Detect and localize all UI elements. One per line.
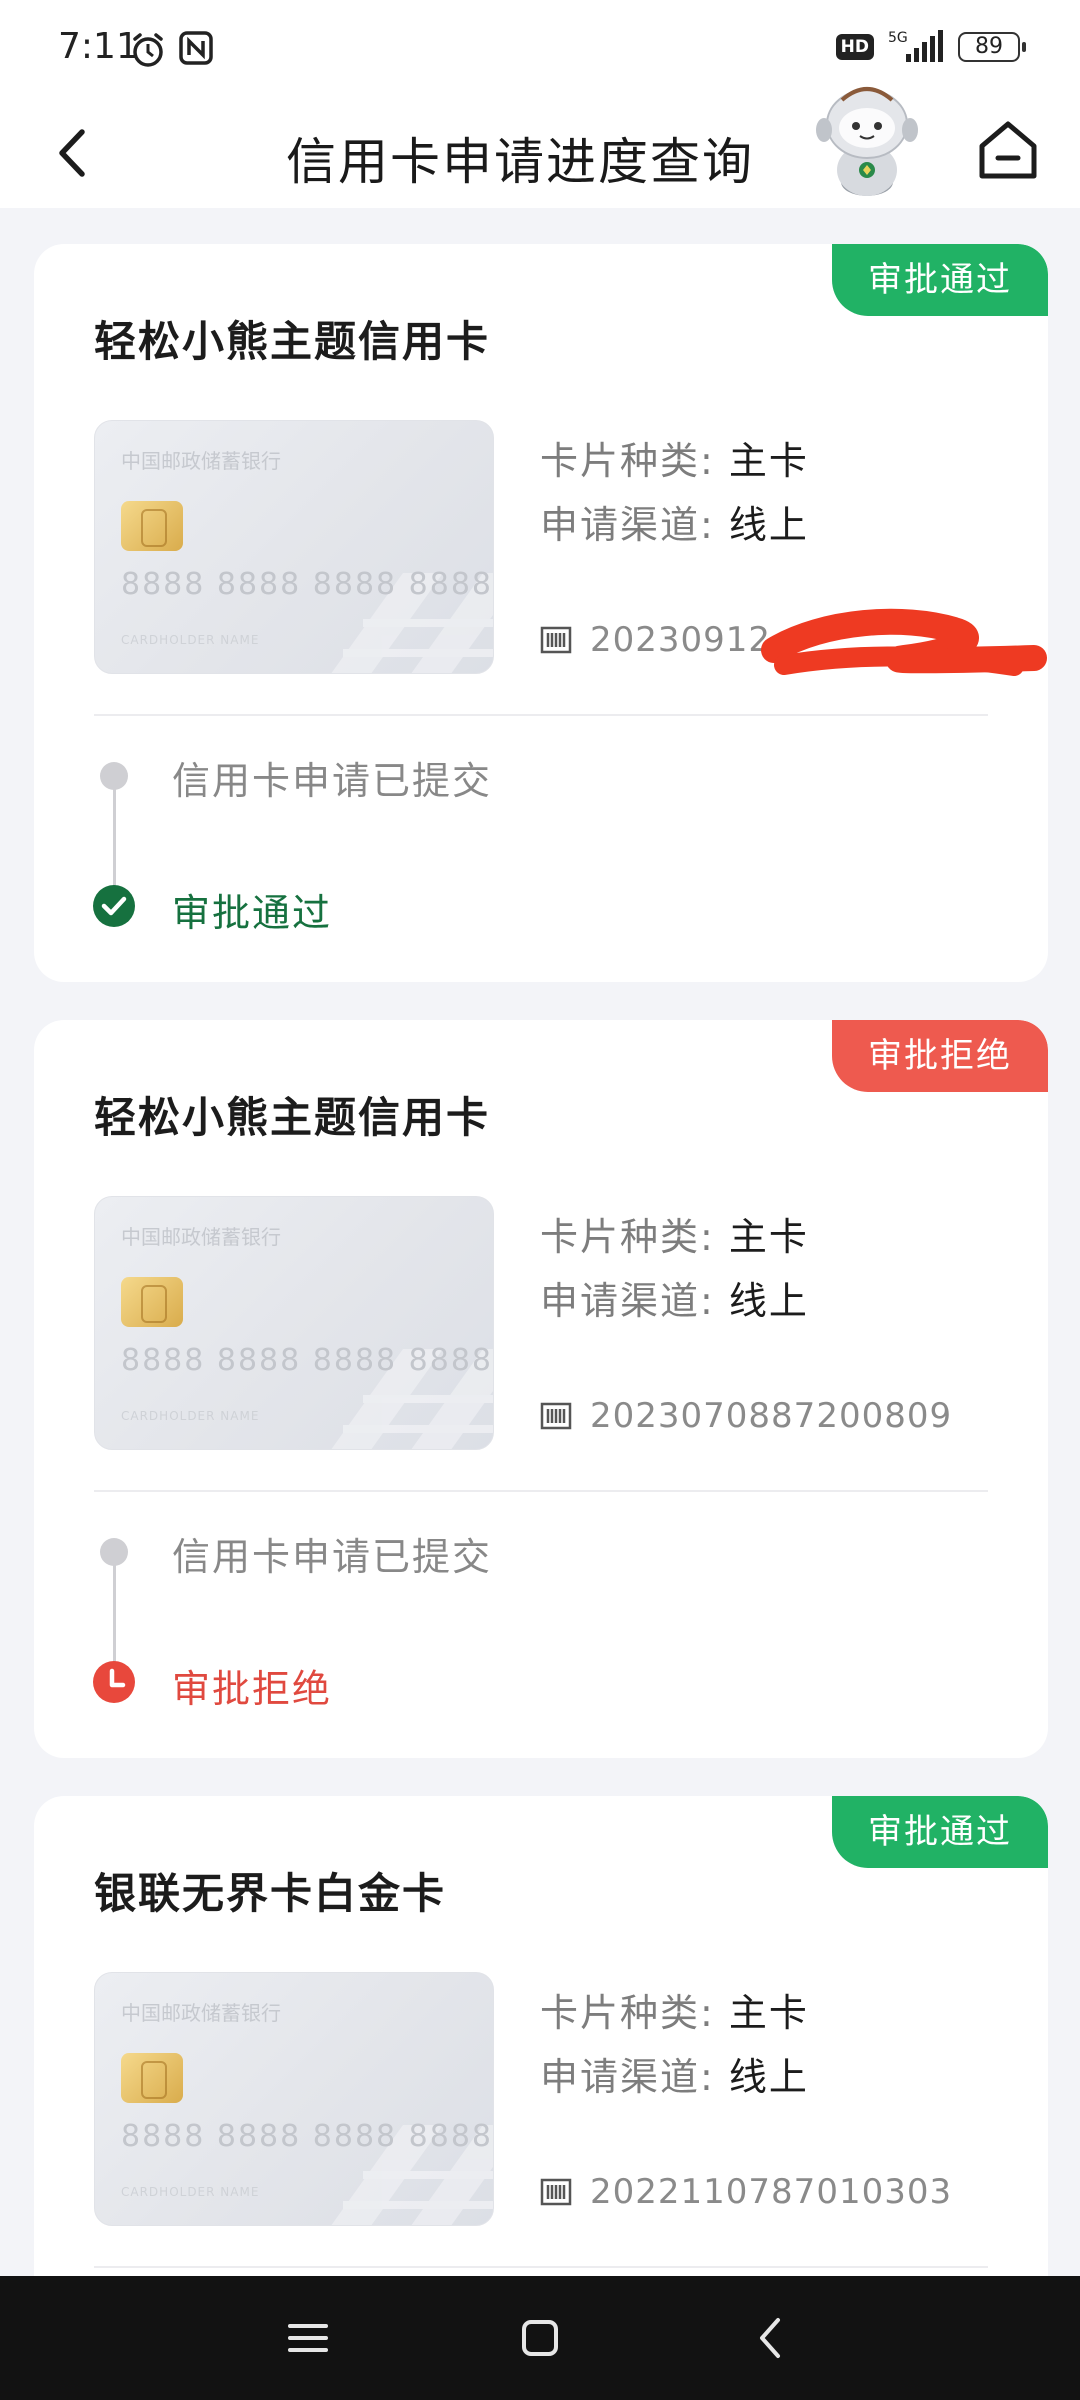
card-type-label: 卡片种类: [540, 439, 715, 483]
timeline-line [113, 1560, 116, 1668]
cardholder-name: CARDHOLDER NAME [121, 2185, 260, 2199]
timeline-dot [100, 1538, 128, 1566]
card-number: 8888 8888 8888 8888 [121, 1343, 493, 1378]
mascot-icon[interactable] [812, 72, 922, 200]
svg-text:5G: 5G [888, 30, 908, 46]
card-title: 轻松小熊主题信用卡 [94, 1093, 491, 1142]
status-badge: 审批通过 [832, 244, 1048, 316]
timeline-line [113, 784, 116, 892]
application-card[interactable]: 审批通过 银联无界卡白金卡 中国邮政储蓄银行 8888 8888 8888 88… [34, 1796, 1048, 2356]
card-bank-name: 中国邮政储蓄银行 [121, 1225, 281, 1249]
card-title: 银联无界卡白金卡 [94, 1869, 447, 1918]
application-number: 20230912 [590, 620, 772, 660]
divider [94, 2266, 988, 2268]
barcode-icon [540, 2178, 572, 2206]
hd-badge: HD [835, 34, 874, 60]
card-type-row: 卡片种类: 主卡 [540, 430, 809, 485]
timeline-step-result: 审批拒绝 [172, 1667, 333, 1711]
channel-row: 申请渠道: 线上 [540, 1270, 809, 1325]
channel-row: 申请渠道: 线上 [540, 2046, 809, 2101]
cardholder-name: CARDHOLDER NAME [121, 633, 260, 647]
card-image: 中国邮政储蓄银行 8888 8888 8888 8888 CARDHOLDER … [94, 420, 494, 674]
card-type-row: 卡片种类: 主卡 [540, 1982, 809, 2037]
channel-value: 线上 [728, 503, 809, 547]
timeline-dot [100, 762, 128, 790]
battery-indicator: 89 [958, 32, 1026, 62]
card-bank-name: 中国邮政储蓄银行 [121, 449, 281, 473]
card-type-label: 卡片种类: [540, 1215, 715, 1259]
card-chip [121, 1277, 183, 1327]
divider [94, 1490, 988, 1492]
application-card[interactable]: 审批通过 轻松小熊主题信用卡 中国邮政储蓄银行 8888 8888 8888 8… [34, 244, 1048, 982]
channel-label: 申请渠道: [540, 1279, 715, 1323]
card-bank-name: 中国邮政储蓄银行 [121, 2001, 281, 2025]
signal-icon: 5G [888, 30, 943, 62]
clock-icon [93, 1661, 135, 1703]
status-badge: 审批通过 [832, 1796, 1048, 1868]
check-icon [93, 885, 135, 927]
cardholder-name: CARDHOLDER NAME [121, 1409, 260, 1423]
nfc-icon [179, 31, 213, 65]
system-nav-bar [0, 2276, 1080, 2400]
app-header: 信用卡申请进度查询 [0, 87, 1080, 208]
application-number: 2023070887200809 [590, 1396, 953, 1436]
channel-value: 线上 [728, 2055, 809, 2099]
barcode-icon [540, 1402, 572, 1430]
timeline-step-result: 审批通过 [172, 891, 333, 935]
card-number: 8888 8888 8888 8888 [121, 567, 493, 602]
application-number-row: 2023070887200809 [540, 1396, 952, 1436]
divider [94, 714, 988, 716]
application-number-row: 2022110787010303 [540, 2172, 952, 2212]
back-nav-icon[interactable] [740, 2306, 804, 2370]
card-type-value: 主卡 [728, 439, 809, 483]
channel-row: 申请渠道: 线上 [540, 494, 809, 549]
application-number-row: 20230912 [540, 620, 771, 660]
channel-label: 申请渠道: [540, 2055, 715, 2099]
card-type-label: 卡片种类: [540, 1991, 715, 2035]
card-image: 中国邮政储蓄银行 8888 8888 8888 8888 CARDHOLDER … [94, 1972, 494, 2226]
barcode-icon [540, 626, 572, 654]
card-type-value: 主卡 [728, 1215, 809, 1259]
card-number: 8888 8888 8888 8888 [121, 2119, 493, 2154]
timeline-step-submitted: 信用卡申请已提交 [172, 759, 493, 803]
application-number: 2022110787010303 [590, 2172, 953, 2212]
status-time: 7:11 [58, 26, 139, 67]
status-badge: 审批拒绝 [832, 1020, 1048, 1092]
menu-icon[interactable] [276, 2306, 340, 2370]
square-icon[interactable] [508, 2306, 572, 2370]
alarm-icon [133, 33, 163, 67]
status-right: HD 5G 89 [835, 30, 1026, 64]
redaction-scribble [761, 608, 1047, 676]
card-chip [121, 501, 183, 551]
channel-label: 申请渠道: [540, 503, 715, 547]
card-chip [121, 2053, 183, 2103]
application-card[interactable]: 审批拒绝 轻松小熊主题信用卡 中国邮政储蓄银行 8888 8888 8888 8… [34, 1020, 1048, 1758]
channel-value: 线上 [728, 1279, 809, 1323]
card-image: 中国邮政储蓄银行 8888 8888 8888 8888 CARDHOLDER … [94, 1196, 494, 1450]
timeline-step-submitted: 信用卡申请已提交 [172, 1535, 493, 1579]
card-title: 轻松小熊主题信用卡 [94, 317, 491, 366]
card-type-value: 主卡 [728, 1991, 809, 2035]
home-icon[interactable] [972, 114, 1044, 186]
card-type-row: 卡片种类: 主卡 [540, 1206, 809, 1261]
